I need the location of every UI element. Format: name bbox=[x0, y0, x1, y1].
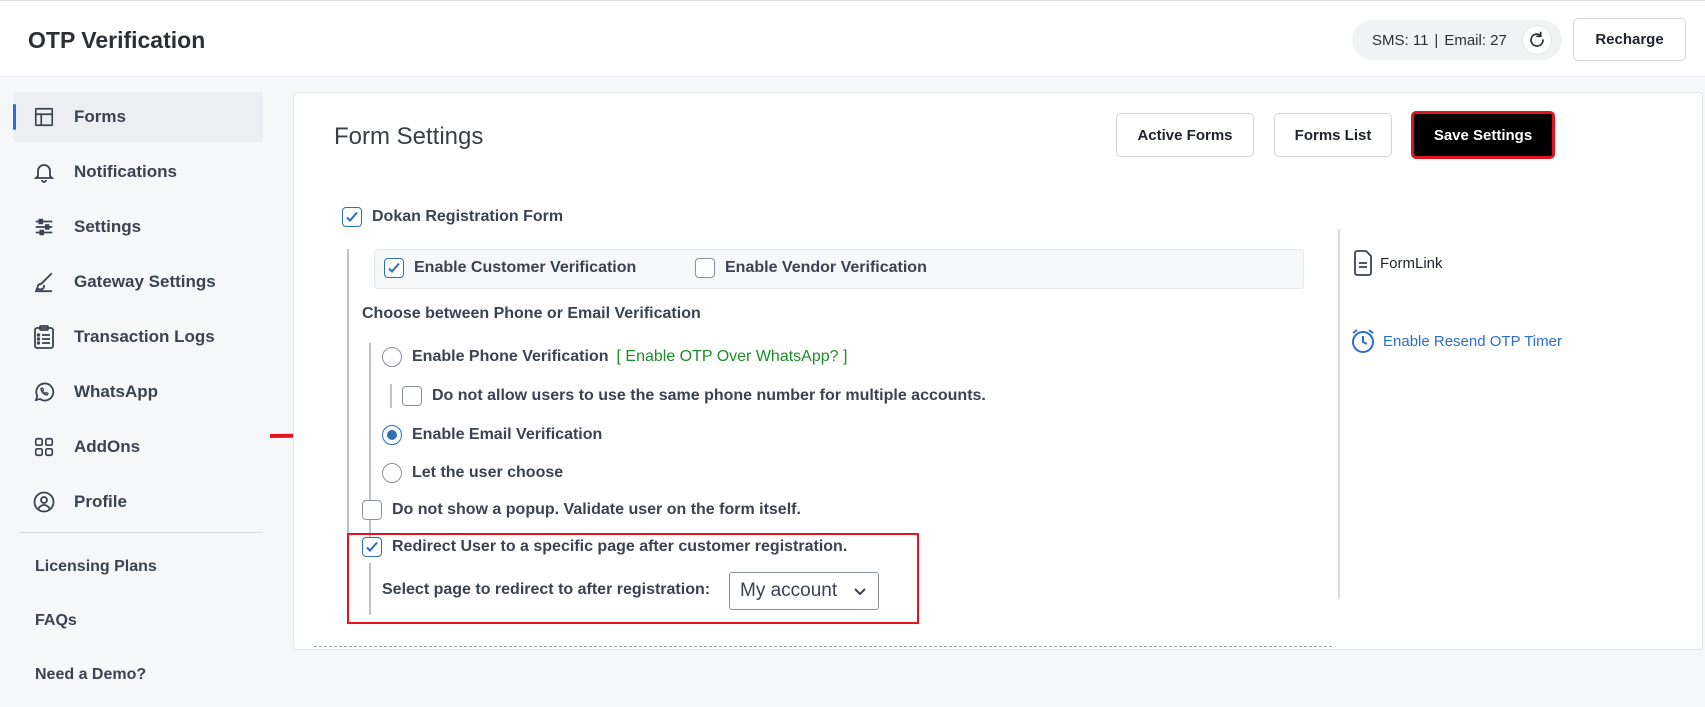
sidebar-item-label: Settings bbox=[74, 217, 142, 236]
formlink-label: FormLink bbox=[1380, 254, 1443, 272]
need-a-demo-link[interactable]: Need a Demo? bbox=[35, 666, 146, 684]
phone-verification-radio[interactable] bbox=[382, 347, 402, 367]
redirect-page-select[interactable]: My account bbox=[729, 572, 879, 610]
section-divider bbox=[314, 646, 1332, 647]
sidebar: Forms Notifications Settings Gateway Set… bbox=[0, 78, 276, 707]
sidebar-item-addons[interactable]: AddOns bbox=[13, 422, 263, 472]
alarm-clock-icon bbox=[1349, 327, 1377, 355]
no-popup-label: Do not show a popup. Validate user on th… bbox=[392, 501, 801, 518]
active-forms-button[interactable]: Active Forms bbox=[1116, 113, 1254, 157]
email-verification-radio[interactable] bbox=[382, 425, 402, 445]
no-popup-checkbox[interactable] bbox=[362, 500, 382, 520]
redirect-label: Redirect User to a specific page after c… bbox=[392, 538, 848, 555]
user-circle-icon bbox=[31, 489, 57, 515]
top-bar: OTP Verification SMS: 11 | Email: 27 Rec… bbox=[0, 0, 1705, 77]
no-popup-row[interactable]: Do not show a popup. Validate user on th… bbox=[362, 500, 801, 520]
email-verification-label: Enable Email Verification bbox=[412, 426, 603, 443]
resend-otp-timer-link[interactable]: Enable Resend OTP Timer bbox=[1349, 327, 1562, 355]
balance-separator: | bbox=[1434, 31, 1439, 49]
redirect-row[interactable]: Redirect User to a specific page after c… bbox=[362, 537, 847, 557]
same-phone-row[interactable]: Do not allow users to use the same phone… bbox=[402, 386, 986, 406]
brush-icon bbox=[31, 269, 57, 295]
dokan-form-label: Dokan Registration Form bbox=[372, 208, 564, 225]
sidebar-item-label: Notifications bbox=[74, 162, 177, 181]
email-balance: Email: 27 bbox=[1444, 31, 1507, 49]
grid-icon bbox=[31, 434, 57, 460]
sidebar-item-whatsapp[interactable]: WhatsApp bbox=[13, 367, 263, 417]
dokan-form-row[interactable]: Dokan Registration Form bbox=[342, 207, 563, 227]
sidebar-item-profile[interactable]: Profile bbox=[13, 477, 263, 527]
whatsapp-otp-link[interactable]: [ Enable OTP Over WhatsApp? ] bbox=[617, 348, 848, 366]
choose-verification-heading: Choose between Phone or Email Verificati… bbox=[362, 305, 701, 322]
user-choose-label: Let the user choose bbox=[412, 464, 564, 481]
licensing-plans-link[interactable]: Licensing Plans bbox=[35, 558, 157, 576]
dokan-form-checkbox[interactable] bbox=[342, 207, 362, 227]
page-title: Form Settings bbox=[334, 123, 484, 150]
bell-icon bbox=[31, 159, 57, 185]
clipboard-list-icon bbox=[31, 324, 57, 350]
sidebar-item-notifications[interactable]: Notifications bbox=[13, 147, 263, 197]
sidebar-item-label: Profile bbox=[74, 492, 127, 511]
customer-verification-row[interactable]: Enable Customer Verification bbox=[384, 258, 636, 278]
table-layout-icon bbox=[31, 104, 57, 130]
sidebar-item-label: Forms bbox=[74, 107, 126, 126]
resend-otp-timer-label: Enable Resend OTP Timer bbox=[1383, 332, 1562, 350]
phone-sub-line bbox=[390, 384, 392, 408]
sms-balance: SMS: 11 bbox=[1372, 31, 1429, 49]
redirect-page-value: My account bbox=[740, 580, 838, 601]
side-panel-divider bbox=[1338, 229, 1340, 599]
customer-verification-label: Enable Customer Verification bbox=[414, 259, 637, 276]
tree-line bbox=[347, 249, 349, 581]
recharge-button[interactable]: Recharge bbox=[1573, 18, 1686, 61]
sliders-icon bbox=[31, 214, 57, 240]
vendor-verification-label: Enable Vendor Verification bbox=[725, 259, 927, 276]
same-phone-checkbox[interactable] bbox=[402, 386, 422, 406]
user-choose-row[interactable]: Let the user choose bbox=[382, 463, 563, 483]
document-icon bbox=[1352, 249, 1374, 277]
customer-verification-checkbox[interactable] bbox=[384, 258, 404, 278]
sidebar-item-gateway-settings[interactable]: Gateway Settings bbox=[13, 257, 263, 307]
phone-verification-row[interactable]: Enable Phone Verification [ Enable OTP O… bbox=[382, 347, 847, 367]
sidebar-item-forms[interactable]: Forms bbox=[13, 92, 263, 142]
sidebar-divider bbox=[20, 532, 263, 533]
sidebar-item-transaction-logs[interactable]: Transaction Logs bbox=[13, 312, 263, 362]
sidebar-item-label: AddOns bbox=[74, 437, 141, 456]
sidebar-item-label: Gateway Settings bbox=[74, 272, 216, 291]
forms-list-button[interactable]: Forms List bbox=[1274, 113, 1392, 157]
same-phone-label: Do not allow users to use the same phone… bbox=[432, 387, 986, 404]
redirect-checkbox[interactable] bbox=[362, 537, 382, 557]
phone-verification-label: Enable Phone Verification bbox=[412, 348, 609, 365]
whatsapp-icon bbox=[31, 379, 57, 405]
redirect-select-label: Select page to redirect to after registr… bbox=[382, 581, 711, 598]
redirect-sub-line bbox=[369, 563, 371, 615]
faqs-link[interactable]: FAQs bbox=[35, 612, 77, 630]
refresh-icon[interactable] bbox=[1522, 25, 1552, 55]
balance-pill: SMS: 11 | Email: 27 bbox=[1352, 20, 1562, 60]
email-verification-row[interactable]: Enable Email Verification bbox=[382, 425, 602, 445]
chevron-down-icon bbox=[852, 583, 868, 605]
save-settings-button[interactable]: Save Settings bbox=[1411, 111, 1555, 159]
sidebar-item-label: WhatsApp bbox=[74, 382, 159, 401]
sidebar-item-label: Transaction Logs bbox=[74, 327, 215, 346]
vendor-verification-row[interactable]: Enable Vendor Verification bbox=[695, 258, 927, 278]
app-title: OTP Verification bbox=[28, 27, 206, 53]
vendor-verification-checkbox[interactable] bbox=[695, 258, 715, 278]
form-settings-card: Form Settings Active Forms Forms List Sa… bbox=[293, 92, 1703, 650]
user-choose-radio[interactable] bbox=[382, 463, 402, 483]
formlink-link[interactable]: FormLink bbox=[1352, 249, 1443, 277]
sidebar-item-settings[interactable]: Settings bbox=[13, 202, 263, 252]
